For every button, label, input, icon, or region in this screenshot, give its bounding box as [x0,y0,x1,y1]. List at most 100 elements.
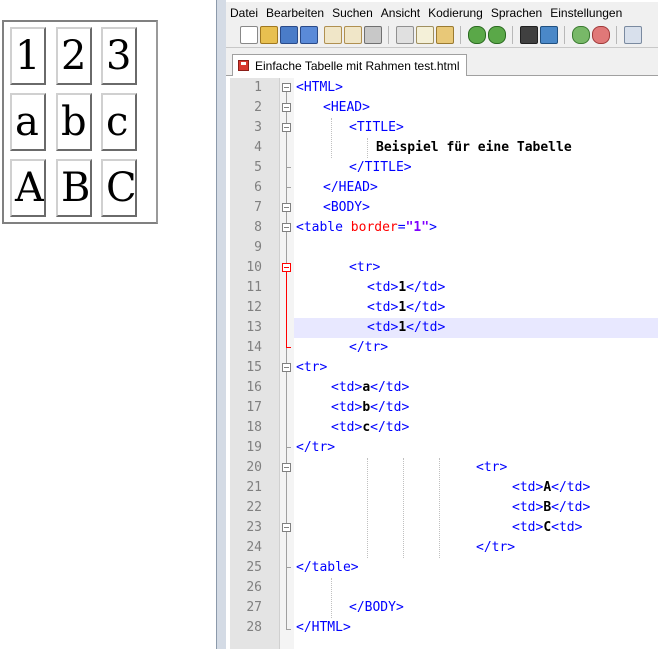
fold-toggle[interactable] [282,523,291,532]
code-line: </BODY> [349,600,404,615]
close-icon[interactable] [324,26,342,44]
line-number: 14 [246,340,262,355]
find-icon[interactable] [520,26,538,44]
code-line: <td>c</td> [331,420,410,435]
code-line: </tr> [349,340,389,355]
line-number: 7 [254,200,262,215]
code-line: <td>C<td> [512,520,583,535]
indent-guide [331,578,333,618]
line-number: 1 [254,80,262,95]
code-line: <TITLE> [349,120,404,135]
code-line: <td>B</td> [512,500,591,515]
menu-ansicht[interactable]: Ansicht [377,2,424,21]
print-icon[interactable] [364,26,382,44]
line-number: 18 [246,420,262,435]
line-number: 23 [246,520,262,535]
line-number: 8 [254,220,262,235]
line-number: 27 [246,600,262,615]
sync-icon[interactable] [624,26,642,44]
file-tab[interactable]: Einfache Tabelle mit Rahmen test.html [232,54,467,76]
fold-toggle[interactable] [282,463,291,472]
fold-toggle[interactable] [282,123,291,132]
undo-icon[interactable] [468,26,486,44]
indent-guide [439,458,441,558]
code-line: </HTML> [296,620,351,635]
code-line: Beispiel für eine Tabelle [376,140,572,155]
table-cell: a [10,93,46,151]
line-number: 16 [246,380,262,395]
redo-icon[interactable] [488,26,506,44]
fold-toggle[interactable] [282,203,291,212]
menu-sprachen[interactable]: Sprachen [487,2,546,21]
copy-icon[interactable] [416,26,434,44]
table-cell: C [101,159,137,217]
code-line: <tr> [349,260,381,275]
code-line: <td>1</td> [367,280,446,295]
menu-bar: Datei Bearbeiten Suchen Ansicht Kodierung Spr… [226,2,658,22]
table-cell: c [101,93,137,151]
code-line: <td>1</td> [367,320,446,335]
table-cell: 3 [101,27,137,85]
new-file-icon[interactable] [240,26,258,44]
fold-toggle[interactable] [282,223,291,232]
unsaved-file-icon [238,60,249,71]
fold-toggle[interactable] [282,83,291,92]
line-number: 25 [246,560,262,575]
line-number: 12 [246,300,262,315]
line-number: 13 [246,320,262,335]
menu-bearbeiten[interactable]: Bearbeiten [262,2,328,21]
line-number: 6 [254,180,262,195]
line-number: 4 [254,140,262,155]
code-line: <tr> [296,360,328,375]
code-line: <table border="1"> [296,220,437,235]
menu-suchen[interactable]: Suchen [328,2,377,21]
cut-icon[interactable] [396,26,414,44]
fold-toggle[interactable] [282,263,291,272]
zoom-out-icon[interactable] [592,26,610,44]
indent-guide [367,458,369,558]
code-line: <HEAD> [323,100,370,115]
code-line: <td>b</td> [331,400,410,415]
code-line: </HEAD> [323,180,378,195]
close-all-icon[interactable] [344,26,362,44]
table-cell: 2 [56,27,92,85]
line-number: 17 [246,400,262,415]
indent-guide [403,458,405,558]
table-cell: b [56,93,92,151]
code-line: <td>A</td> [512,480,591,495]
code-line: </tr> [296,440,336,455]
menu-datei[interactable]: Datei [226,2,262,21]
table-cell: B [56,159,92,217]
menu-einstellungen[interactable]: Einstellungen [546,2,626,21]
fold-toggle[interactable] [282,363,291,372]
line-number: 24 [246,540,262,555]
code-line: </TITLE> [349,160,412,175]
current-line-highlight [294,318,658,338]
code-line: </tr> [476,540,516,555]
line-number: 10 [246,260,262,275]
line-number: 11 [246,280,262,295]
code-line: <td>a</td> [331,380,410,395]
replace-icon[interactable] [540,26,558,44]
menu-kodierung[interactable]: Kodierung [424,2,487,21]
line-number: 3 [254,120,262,135]
table-cell: A [10,159,46,217]
open-file-icon[interactable] [260,26,278,44]
fold-toggle[interactable] [282,103,291,112]
zoom-in-icon[interactable] [572,26,590,44]
line-number: 20 [246,460,262,475]
code-line: <tr> [476,460,508,475]
line-number: 2 [254,100,262,115]
line-number: 26 [246,580,262,595]
rendered-table-preview: 1 2 3 a b c A B C [2,20,158,224]
line-number: 19 [246,440,262,455]
code-line: <HTML> [296,80,343,95]
line-number: 21 [246,480,262,495]
code-line: <BODY> [323,200,370,215]
save-icon[interactable] [280,26,298,44]
toolbar [226,22,658,48]
paste-icon[interactable] [436,26,454,44]
line-number: 22 [246,500,262,515]
window-frame [216,0,226,649]
save-all-icon[interactable] [300,26,318,44]
